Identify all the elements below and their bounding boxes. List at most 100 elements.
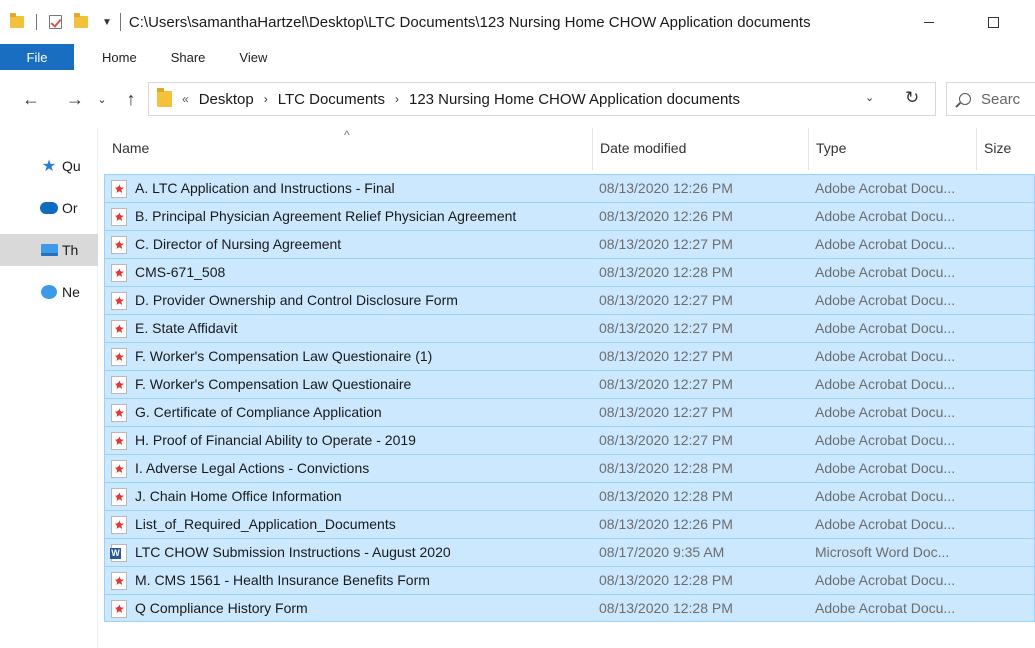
file-name[interactable]: Q Compliance History Form (135, 600, 308, 616)
column-divider[interactable] (976, 128, 977, 170)
file-date-modified: 08/13/2020 12:27 PM (599, 292, 733, 308)
sidebar-item-label: Or (62, 200, 78, 216)
column-divider[interactable] (592, 128, 593, 170)
back-button[interactable]: ← (18, 84, 44, 114)
file-name[interactable]: F. Worker's Compensation Law Questionair… (135, 348, 432, 364)
file-type: Adobe Acrobat Docu... (815, 320, 956, 336)
file-date-modified: 08/13/2020 12:28 PM (599, 488, 733, 504)
column-header-date-modified[interactable]: Date modified (600, 140, 686, 156)
up-button[interactable]: ↑ (118, 84, 144, 114)
breadcrumb-ltc-documents[interactable]: LTC Documents (278, 91, 385, 108)
folder-icon (157, 88, 172, 107)
breadcrumb-chevron-icon[interactable]: › (264, 92, 268, 106)
breadcrumb-current-folder[interactable]: 123 Nursing Home CHOW Application docume… (409, 91, 740, 108)
file-name[interactable]: LTC CHOW Submission Instructions - Augus… (135, 544, 451, 560)
tab-home[interactable]: Home (74, 44, 154, 70)
column-header-name[interactable]: Name (112, 140, 149, 156)
file-row[interactable]: G. Certificate of Compliance Application… (104, 398, 1035, 426)
address-dropdown-chevron-icon[interactable]: ⌄ (865, 91, 874, 104)
file-date-modified: 08/13/2020 12:27 PM (599, 404, 733, 420)
file-name[interactable]: H. Proof of Financial Ability to Operate… (135, 432, 416, 448)
file-type: Adobe Acrobat Docu... (815, 264, 956, 280)
file-row[interactable]: List_of_Required_Application_Documents 08… (104, 510, 1035, 538)
navigation-pane: ★ Qu Or Th Ne (0, 128, 98, 648)
file-row[interactable]: LTC CHOW Submission Instructions - Augus… (104, 538, 1035, 566)
file-row[interactable]: Q Compliance History Form 08/13/2020 12:2… (104, 594, 1035, 622)
sidebar-item-network[interactable]: Ne (0, 276, 98, 308)
column-divider[interactable] (808, 128, 809, 170)
minimize-button[interactable] (906, 0, 952, 44)
file-date-modified: 08/13/2020 12:27 PM (599, 432, 733, 448)
file-date-modified: 08/13/2020 12:27 PM (599, 236, 733, 252)
file-name[interactable]: D. Provider Ownership and Control Disclo… (135, 292, 458, 308)
file-row[interactable]: I. Adverse Legal Actions - Convictions 08… (104, 454, 1035, 482)
sidebar-item-onedrive[interactable]: Or (0, 192, 98, 224)
column-header-type[interactable]: Type (816, 140, 846, 156)
recent-locations-chevron-icon[interactable]: ⌄ (94, 84, 110, 114)
file-row[interactable]: H. Proof of Financial Ability to Operate… (104, 426, 1035, 454)
search-input[interactable]: Searc (946, 82, 1035, 116)
breadcrumb-overflow[interactable]: « (182, 92, 189, 106)
maximize-button[interactable] (970, 0, 1016, 44)
pdf-icon (111, 292, 127, 310)
pdf-icon (111, 572, 127, 590)
file-row[interactable]: CMS-671_508 08/13/2020 12:28 PM Adobe Acro… (104, 258, 1035, 286)
file-name[interactable]: G. Certificate of Compliance Application (135, 404, 382, 420)
file-date-modified: 08/13/2020 12:26 PM (599, 516, 733, 532)
new-folder-icon[interactable] (74, 13, 88, 28)
toolbar-divider (36, 14, 37, 30)
breadcrumb-desktop[interactable]: Desktop (199, 91, 254, 108)
file-row[interactable]: F. Worker's Compensation Law Questionair… (104, 342, 1035, 370)
file-type: Adobe Acrobat Docu... (815, 572, 956, 588)
folder-icon (10, 13, 24, 28)
file-type: Adobe Acrobat Docu... (815, 292, 956, 308)
file-name[interactable]: A. LTC Application and Instructions - Fi… (135, 180, 395, 196)
file-date-modified: 08/13/2020 12:28 PM (599, 572, 733, 588)
file-name[interactable]: E. State Affidavit (135, 320, 237, 336)
tab-view[interactable]: View (222, 44, 284, 70)
address-bar[interactable]: « Desktop › LTC Documents › 123 Nursing … (148, 82, 936, 116)
file-name[interactable]: F. Worker's Compensation Law Questionair… (135, 376, 411, 392)
refresh-icon[interactable]: ↻ (905, 88, 919, 108)
file-row[interactable]: A. LTC Application and Instructions - Fi… (104, 174, 1035, 202)
file-name[interactable]: CMS-671_508 (135, 264, 225, 280)
file-row[interactable]: J. Chain Home Office Information 08/13/20… (104, 482, 1035, 510)
file-row[interactable]: F. Worker's Compensation Law Questionair… (104, 370, 1035, 398)
network-icon (40, 284, 58, 300)
sidebar-item-quick-access[interactable]: ★ Qu (0, 150, 98, 182)
file-date-modified: 08/13/2020 12:27 PM (599, 348, 733, 364)
file-row[interactable]: M. CMS 1561 - Health Insurance Benefits … (104, 566, 1035, 594)
pdf-icon (111, 488, 127, 506)
search-placeholder: Searc (981, 90, 1021, 108)
cloud-icon (40, 200, 58, 216)
pdf-icon (111, 320, 127, 338)
file-name[interactable]: B. Principal Physician Agreement Relief … (135, 208, 516, 224)
pdf-icon (111, 600, 127, 618)
tab-share[interactable]: Share (154, 44, 223, 70)
forward-button[interactable]: → (62, 84, 88, 114)
file-type: Adobe Acrobat Docu... (815, 180, 956, 196)
file-row[interactable]: E. State Affidavit 08/13/2020 12:27 PM Ado… (104, 314, 1035, 342)
column-header-size[interactable]: Size (984, 140, 1011, 156)
file-row[interactable]: C. Director of Nursing Agreement 08/13/20… (104, 230, 1035, 258)
file-name[interactable]: C. Director of Nursing Agreement (135, 236, 341, 252)
customize-toolbar-chevron-icon[interactable]: ▼ (102, 17, 112, 28)
quick-access-toolbar: ▼ (0, 0, 112, 44)
file-name[interactable]: I. Adverse Legal Actions - Convictions (135, 460, 369, 476)
breadcrumb-chevron-icon[interactable]: › (395, 92, 399, 106)
sidebar-item-label: Qu (62, 158, 81, 174)
properties-icon[interactable] (49, 15, 62, 29)
file-row[interactable]: D. Provider Ownership and Control Disclo… (104, 286, 1035, 314)
file-name[interactable]: M. CMS 1561 - Health Insurance Benefits … (135, 572, 430, 588)
file-type: Adobe Acrobat Docu... (815, 460, 956, 476)
file-name[interactable]: List_of_Required_Application_Documents (135, 516, 396, 532)
file-type: Adobe Acrobat Docu... (815, 208, 956, 224)
file-name[interactable]: J. Chain Home Office Information (135, 488, 342, 504)
sidebar-item-this-pc[interactable]: Th (0, 234, 98, 266)
tab-file[interactable]: File (0, 44, 74, 70)
sort-ascending-icon: ^ (344, 128, 350, 142)
file-row[interactable]: B. Principal Physician Agreement Relief … (104, 202, 1035, 230)
file-date-modified: 08/13/2020 12:26 PM (599, 208, 733, 224)
column-headers: ^ Name Date modified Type Size (98, 128, 1035, 170)
file-date-modified: 08/13/2020 12:27 PM (599, 376, 733, 392)
